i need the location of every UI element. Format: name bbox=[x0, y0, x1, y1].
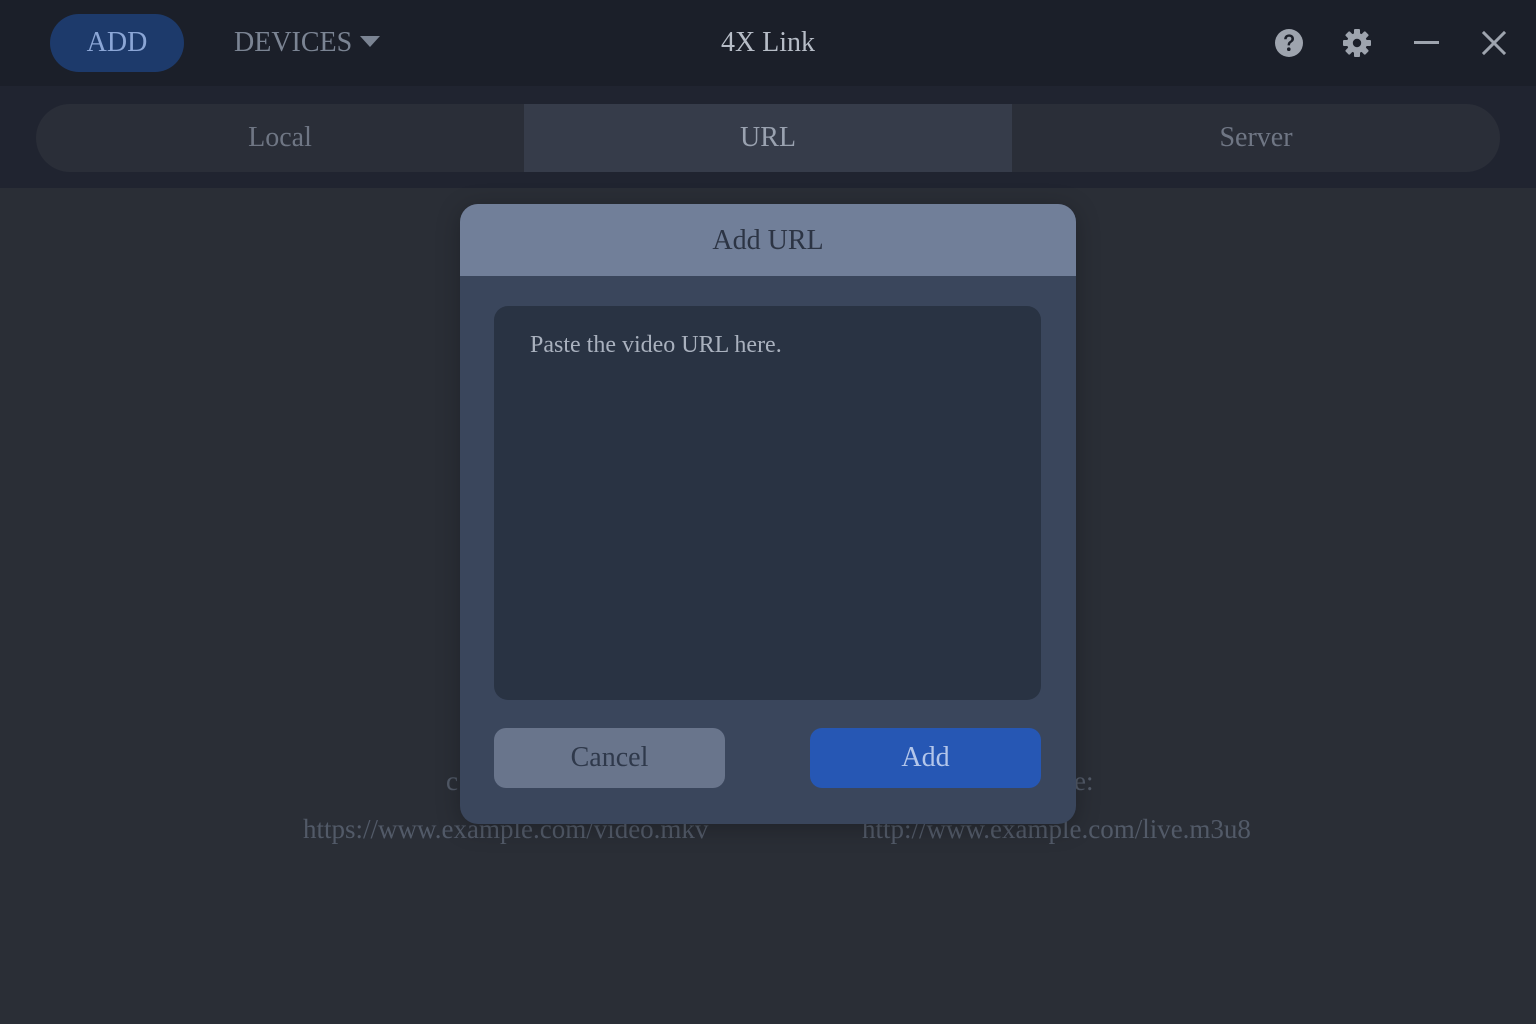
add-url-dialog: Add URL Cancel Add bbox=[460, 204, 1076, 824]
help-icon[interactable] bbox=[1270, 24, 1308, 62]
add-button[interactable]: ADD bbox=[50, 14, 184, 72]
tab-server-label: Server bbox=[1219, 122, 1293, 153]
app-title: 4X Link bbox=[720, 27, 816, 58]
minimize-icon[interactable] bbox=[1407, 24, 1445, 62]
devices-dropdown[interactable]: DEVICES bbox=[234, 14, 381, 72]
tab-local[interactable]: Local bbox=[36, 104, 524, 172]
add-button-label: ADD bbox=[86, 27, 148, 58]
url-input[interactable] bbox=[494, 306, 1041, 700]
dialog-title: Add URL bbox=[460, 204, 1076, 276]
source-tabs: Local URL Server bbox=[36, 104, 1500, 172]
tab-url[interactable]: URL bbox=[524, 104, 1012, 172]
close-icon[interactable] bbox=[1475, 24, 1513, 62]
confirm-add-button[interactable]: Add bbox=[810, 728, 1041, 788]
tab-server[interactable]: Server bbox=[1012, 104, 1500, 172]
devices-dropdown-label: DEVICES bbox=[234, 27, 353, 58]
gear-icon[interactable] bbox=[1338, 24, 1376, 62]
example-label-right: e: bbox=[1074, 766, 1094, 796]
app-window: ADD DEVICES 4X Link Local URL Server c e… bbox=[0, 0, 1536, 1024]
caret-down-icon bbox=[360, 36, 381, 48]
tab-url-label: URL bbox=[740, 122, 796, 153]
title-bar: ADD DEVICES 4X Link bbox=[0, 0, 1536, 86]
example-label-left: c bbox=[446, 766, 458, 796]
cancel-button[interactable]: Cancel bbox=[494, 728, 725, 788]
tab-local-label: Local bbox=[248, 122, 312, 153]
